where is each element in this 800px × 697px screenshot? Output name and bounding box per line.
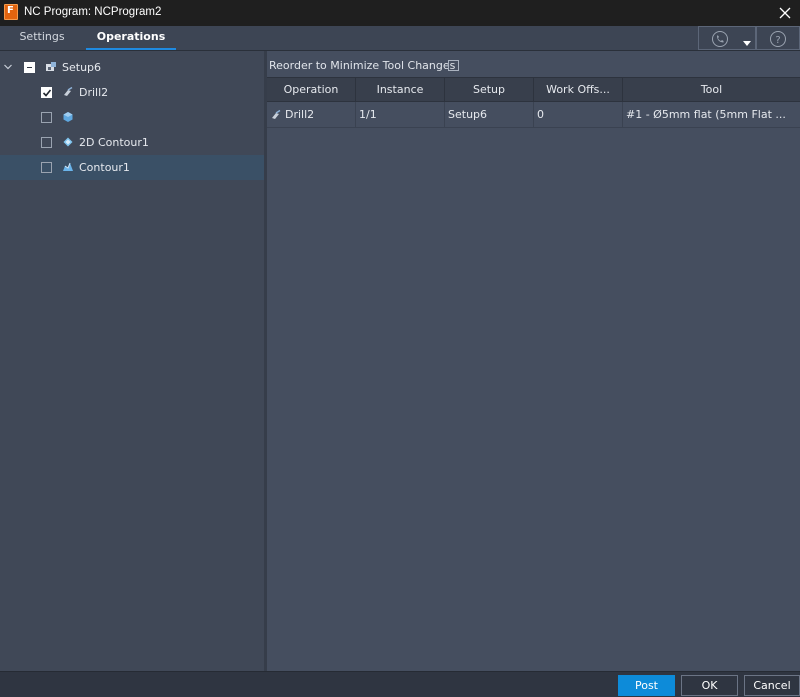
column-header-setup[interactable]: Setup bbox=[445, 78, 534, 102]
title-bar: NC Program: NCProgram2 bbox=[0, 0, 800, 26]
column-header-work-offset[interactable]: Work Offs... bbox=[534, 78, 623, 102]
cell-work-offset: 0 bbox=[534, 102, 623, 128]
help-button[interactable]: ? bbox=[756, 26, 800, 50]
dropdown-caret-icon[interactable] bbox=[743, 41, 751, 46]
operations-order-panel: Reorder to Minimize Tool Changes Operati… bbox=[267, 51, 800, 671]
unnamed-checkbox[interactable] bbox=[41, 112, 52, 123]
drill-checkbox[interactable] bbox=[41, 87, 52, 98]
close-icon[interactable] bbox=[776, 4, 794, 22]
grid-header: Operation Instance Setup Work Offs... To… bbox=[267, 77, 800, 102]
2d-contour-checkbox[interactable] bbox=[41, 137, 52, 148]
contour-checkbox[interactable] bbox=[41, 162, 52, 173]
reorder-label: Reorder to Minimize Tool Changes bbox=[269, 59, 456, 72]
setup-icon bbox=[46, 62, 56, 71]
cell-instance: 1/1 bbox=[356, 102, 445, 128]
cell-tool: #1 - Ø5mm flat (5mm Flat ... bbox=[626, 108, 786, 121]
drill-icon bbox=[272, 109, 281, 119]
tree-item-drill[interactable]: Drill2 bbox=[0, 81, 264, 105]
tree-item-2d-contour[interactable]: 2D Contour1 bbox=[0, 131, 264, 155]
cell-operation-text: Drill2 bbox=[285, 108, 315, 121]
chevron-down-icon[interactable] bbox=[4, 63, 12, 71]
column-header-instance[interactable]: Instance bbox=[356, 78, 445, 102]
tab-settings[interactable]: Settings bbox=[10, 26, 74, 50]
column-header-tool[interactable]: Tool bbox=[623, 78, 800, 102]
tree-item-unnamed[interactable] bbox=[0, 106, 264, 130]
reorder-checkbox[interactable] bbox=[448, 60, 459, 71]
cancel-button[interactable]: Cancel bbox=[744, 675, 800, 696]
phone-button[interactable] bbox=[698, 26, 756, 50]
svg-text:?: ? bbox=[775, 35, 780, 46]
column-header-operation[interactable]: Operation bbox=[267, 78, 356, 102]
setup-label: Setup6 bbox=[62, 61, 102, 74]
table-row[interactable]: Drill2 1/1 Setup6 0 #1 - Ø5mm flat (5mm … bbox=[267, 102, 800, 128]
contour-3d-icon bbox=[63, 162, 73, 171]
dialog-footer: Post OK Cancel bbox=[0, 671, 800, 697]
tree-item-contour[interactable]: Contour1 bbox=[0, 155, 264, 180]
drill-icon bbox=[64, 86, 73, 96]
help-icon: ? bbox=[770, 31, 786, 47]
tab-operations[interactable]: Operations bbox=[86, 26, 176, 50]
phone-icon bbox=[712, 31, 728, 47]
contour-2d-icon bbox=[63, 137, 73, 147]
tab-bar: Settings Operations ? bbox=[0, 26, 800, 51]
setup-checkbox[interactable] bbox=[24, 62, 35, 73]
post-button[interactable]: Post bbox=[618, 675, 675, 696]
cell-setup: Setup6 bbox=[445, 102, 534, 128]
shape-icon bbox=[63, 112, 73, 122]
ok-button[interactable]: OK bbox=[681, 675, 738, 696]
cell-operation: Drill2 bbox=[267, 102, 356, 128]
tree-item-label: Contour1 bbox=[79, 161, 130, 174]
operations-tree: Setup6 Drill2 2D Contour1 Contour1 bbox=[0, 51, 264, 671]
tree-item-label: Drill2 bbox=[79, 86, 109, 99]
fusion-app-icon bbox=[4, 4, 18, 20]
window-title: NC Program: NCProgram2 bbox=[24, 6, 162, 18]
tree-item-label: 2D Contour1 bbox=[79, 136, 149, 149]
checkmark-icon bbox=[42, 89, 52, 97]
tree-item-setup[interactable]: Setup6 bbox=[0, 56, 264, 80]
